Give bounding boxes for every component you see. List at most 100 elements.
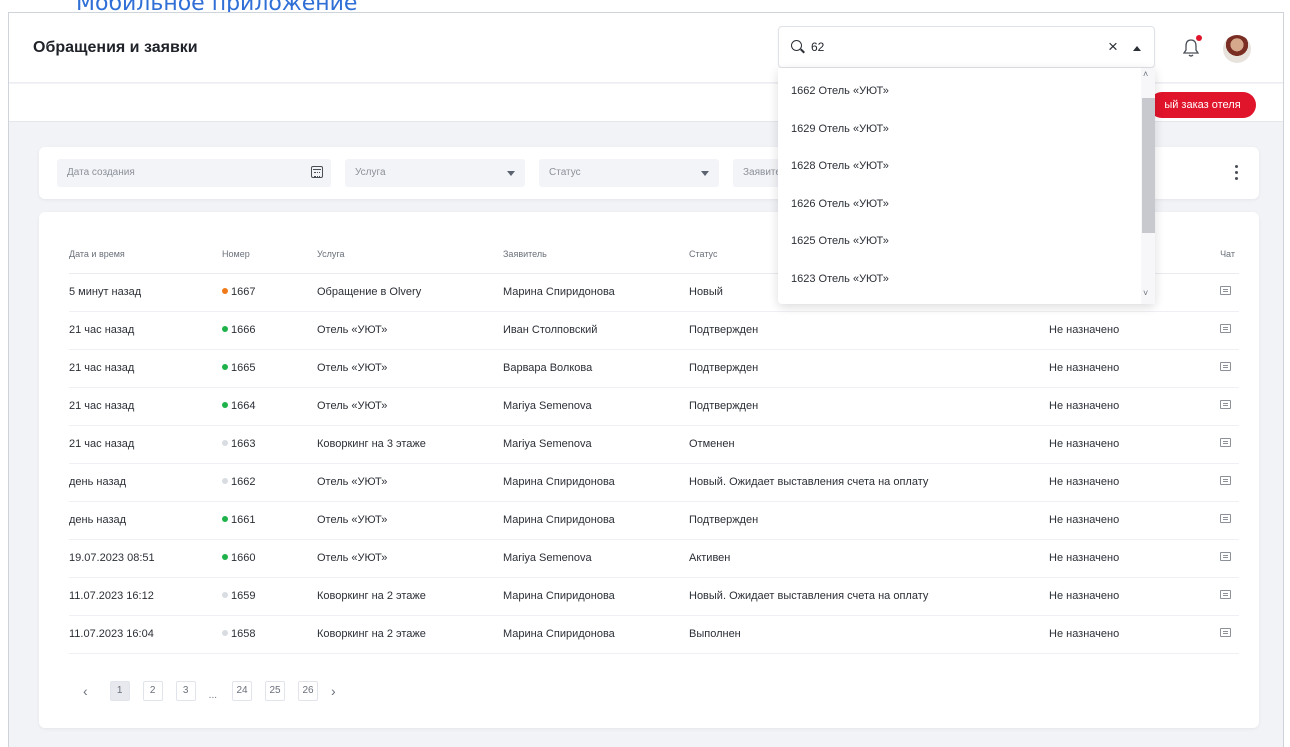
cell-number[interactable]: 1665	[222, 349, 317, 388]
search-result-item[interactable]: 1662 Отель «УЮТ»	[791, 85, 889, 97]
chevron-up-icon[interactable]	[1133, 46, 1141, 51]
status-placeholder: Статус	[549, 167, 581, 178]
created-date-filter[interactable]: Дата создания	[57, 159, 331, 187]
cell-applicant: Mariya Semenova	[503, 387, 689, 426]
cell-number[interactable]: 1661	[222, 501, 317, 540]
cell-chat[interactable]	[1189, 463, 1239, 502]
page-button[interactable]: 24	[232, 681, 253, 701]
request-number: 1667	[231, 286, 256, 298]
table-row[interactable]: 19.07.2023 08:51 1660 Отель «УЮТ» Mariya Se…	[69, 539, 1239, 578]
cell-datetime: 19.07.2023 08:51	[69, 539, 222, 578]
avatar[interactable]	[1223, 35, 1251, 63]
dropdown-scrollbar[interactable]: ˄ ˅	[1141, 68, 1155, 304]
table-row[interactable]: 11.07.2023 16:04 1658 Коворкинг на 2 этаже…	[69, 615, 1239, 654]
new-hotel-order-button[interactable]: ый заказ отеля	[1149, 92, 1256, 118]
cell-number[interactable]: 1659	[222, 577, 317, 616]
search-result-item[interactable]: 1629 Отель «УЮТ»	[791, 123, 889, 135]
search-box[interactable]: ×	[778, 26, 1155, 68]
column-applicant[interactable]: Заявитель	[503, 235, 689, 274]
chat-icon[interactable]	[1220, 514, 1231, 523]
cell-datetime: 5 минут назад	[69, 273, 222, 312]
page-button[interactable]: 2	[142, 681, 163, 701]
page-title: Обращения и заявки	[33, 39, 198, 56]
request-number: 1660	[231, 552, 256, 564]
cell-applicant: Mariya Semenova	[503, 425, 689, 464]
search-result-item[interactable]: 1628 Отель «УЮТ»	[791, 160, 889, 172]
cell-number[interactable]: 1663	[222, 425, 317, 464]
chat-icon[interactable]	[1220, 438, 1231, 447]
scroll-thumb[interactable]	[1142, 98, 1155, 233]
chat-icon[interactable]	[1220, 286, 1231, 295]
page-button[interactable]: 26	[298, 681, 319, 701]
page-button[interactable]: 1	[109, 681, 130, 701]
status-filter[interactable]: Статус	[539, 159, 719, 187]
search-result-item[interactable]: 1625 Отель «УЮТ»	[791, 235, 889, 247]
search-result-item[interactable]: 1626 Отель «УЮТ»	[791, 198, 889, 210]
cell-service: Коворкинг на 2 этаже	[317, 577, 503, 616]
cell-status: Отменен	[689, 425, 1049, 464]
close-icon[interactable]: ×	[1108, 37, 1118, 57]
column-datetime[interactable]: Дата и время	[69, 235, 222, 274]
cell-chat[interactable]	[1189, 387, 1239, 426]
cell-chat[interactable]	[1189, 311, 1239, 350]
cell-chat[interactable]	[1189, 349, 1239, 388]
cell-number[interactable]: 1660	[222, 539, 317, 578]
table-row[interactable]: 21 час назад 1663 Коворкинг на 3 этаже Mari…	[69, 425, 1239, 464]
cell-number[interactable]: 1666	[222, 311, 317, 350]
chat-icon[interactable]	[1220, 628, 1231, 637]
request-number: 1661	[231, 514, 256, 526]
chat-icon[interactable]	[1220, 324, 1231, 333]
cell-number[interactable]: 1664	[222, 387, 317, 426]
chat-icon[interactable]	[1220, 400, 1231, 409]
cell-datetime: 11.07.2023 16:04	[69, 615, 222, 654]
cell-number[interactable]: 1662	[222, 463, 317, 502]
cell-assignee: Не назначено	[1049, 577, 1189, 616]
chat-icon[interactable]	[1220, 362, 1231, 371]
cell-chat[interactable]	[1189, 425, 1239, 464]
page-button[interactable]: 3	[175, 681, 196, 701]
cell-chat[interactable]	[1189, 615, 1239, 654]
search-input[interactable]	[811, 37, 1091, 57]
cell-applicant: Марина Спиридонова	[503, 463, 689, 502]
cell-chat[interactable]	[1189, 539, 1239, 578]
search-result-item[interactable]: 1623 Отель «УЮТ»	[791, 273, 889, 285]
table-row[interactable]: день назад 1662 Отель «УЮТ» Марина Спиридон…	[69, 463, 1239, 502]
column-service[interactable]: Услуга	[317, 235, 503, 274]
status-dot	[222, 592, 228, 598]
page-button[interactable]: 25	[265, 681, 286, 701]
cell-assignee: Не назначено	[1049, 425, 1189, 464]
cell-service: Обращение в Olvery	[317, 273, 503, 312]
table-row[interactable]: 21 час назад 1666 Отель «УЮТ» Иван Столповс…	[69, 311, 1239, 350]
cell-chat[interactable]	[1189, 273, 1239, 312]
chat-icon[interactable]	[1220, 590, 1231, 599]
table-row[interactable]: день назад 1661 Отель «УЮТ» Марина Спиридон…	[69, 501, 1239, 540]
table-row[interactable]: 11.07.2023 16:12 1659 Коворкинг на 2 этаже…	[69, 577, 1239, 616]
cell-status: Подтвержден	[689, 387, 1049, 426]
cell-number[interactable]: 1667	[222, 273, 317, 312]
prev-page-button[interactable]: ‹	[83, 683, 88, 699]
calendar-icon[interactable]	[311, 166, 323, 178]
chat-icon[interactable]	[1220, 476, 1231, 485]
status-dot	[222, 630, 228, 636]
table-row[interactable]: 21 час назад 1665 Отель «УЮТ» Варвара Волко…	[69, 349, 1239, 388]
cell-service: Коворкинг на 3 этаже	[317, 425, 503, 464]
bell-icon[interactable]	[1182, 38, 1200, 58]
cell-status: Активен	[689, 539, 1049, 578]
cell-chat[interactable]	[1189, 501, 1239, 540]
cell-status: Подтвержден	[689, 349, 1049, 388]
scroll-down-arrow[interactable]: ˅	[1143, 288, 1148, 298]
column-number[interactable]: Номер	[222, 235, 317, 274]
scroll-up-arrow[interactable]: ˄	[1143, 69, 1148, 79]
request-number: 1666	[231, 324, 256, 336]
cell-chat[interactable]	[1189, 577, 1239, 616]
cell-number[interactable]: 1658	[222, 615, 317, 654]
pagination: ‹ 1 2 3 ... 24 25 26 ›	[83, 679, 358, 703]
more-options-icon[interactable]	[1235, 165, 1239, 181]
pagination-ellipsis: ...	[208, 689, 218, 701]
chat-icon[interactable]	[1220, 552, 1231, 561]
table-row[interactable]: 21 час назад 1664 Отель «УЮТ» Mariya Semeno…	[69, 387, 1239, 426]
status-dot	[222, 516, 228, 522]
service-filter[interactable]: Услуга	[345, 159, 525, 187]
next-page-button[interactable]: ›	[331, 683, 336, 699]
app-window: Обращения и заявки ый заказ отеля Дата с…	[8, 12, 1284, 747]
